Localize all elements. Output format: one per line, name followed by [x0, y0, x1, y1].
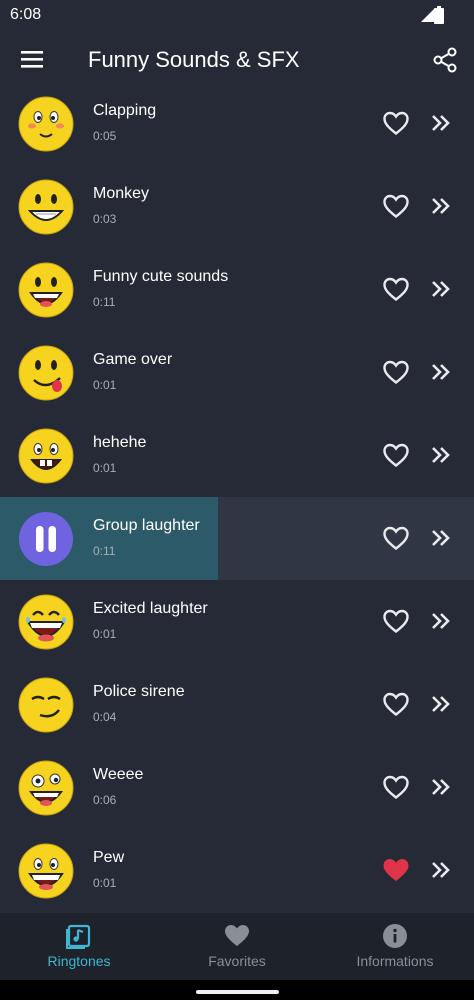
smirk-face-icon	[18, 677, 74, 733]
sound-name: Game over	[93, 351, 173, 368]
sound-row[interactable]: Group laughter 0:11	[0, 497, 474, 580]
sound-row[interactable]: Clapping 0:05	[0, 92, 474, 165]
music-note-icon	[66, 924, 91, 949]
heart-outline-icon[interactable]	[382, 691, 410, 717]
blush-face-icon	[18, 96, 74, 152]
status-time: 6:08	[10, 6, 42, 23]
chevron-double-right-icon[interactable]	[430, 197, 452, 215]
heart-outline-icon[interactable]	[382, 525, 410, 551]
heart-icon	[225, 925, 249, 946]
sound-duration: 0:11	[93, 295, 116, 309]
sound-duration: 0:04	[93, 710, 117, 724]
sound-duration: 0:11	[93, 544, 116, 558]
app-title: Funny Sounds & SFX	[88, 47, 300, 72]
sound-row[interactable]: hehehe 0:01	[0, 414, 474, 497]
tab-informations-label: Informations	[356, 953, 434, 969]
sound-row[interactable]: Excited laughter 0:01	[0, 580, 474, 663]
heart-outline-icon[interactable]	[382, 110, 410, 136]
sound-name: Excited laughter	[93, 600, 208, 617]
status-bar: 6:08	[0, 0, 474, 30]
tongue-face-icon	[18, 345, 74, 401]
chevron-double-right-icon[interactable]	[430, 114, 452, 132]
tab-informations[interactable]: Informations	[316, 913, 474, 980]
chevron-double-right-icon[interactable]	[430, 778, 452, 796]
happy-face-icon	[18, 843, 74, 899]
bottom-navigation: Ringtones Favorites Informations	[0, 913, 474, 980]
chevron-double-right-icon[interactable]	[430, 446, 452, 464]
heart-filled-icon[interactable]	[382, 857, 410, 883]
sound-row[interactable]: Game over 0:01	[0, 331, 474, 414]
heart-outline-icon[interactable]	[382, 608, 410, 634]
chevron-double-right-icon[interactable]	[430, 612, 452, 630]
sound-name: Weeee	[93, 766, 144, 783]
tab-favorites-label: Favorites	[208, 953, 266, 969]
heart-outline-icon[interactable]	[382, 193, 410, 219]
share-icon[interactable]	[432, 47, 458, 73]
sound-row[interactable]: Monkey 0:03	[0, 165, 474, 248]
heart-outline-icon[interactable]	[382, 774, 410, 800]
sound-row[interactable]: Pew 0:01	[0, 829, 474, 912]
chevron-double-right-icon[interactable]	[430, 695, 452, 713]
sound-name: Police sirene	[93, 683, 185, 700]
sound-duration: 0:01	[93, 876, 117, 890]
info-icon	[383, 924, 407, 948]
home-indicator[interactable]	[196, 990, 279, 994]
sound-name: Monkey	[93, 185, 150, 202]
sound-row[interactable]: Police sirene 0:04	[0, 663, 474, 746]
sound-row[interactable]: Funny cute sounds 0:11	[0, 248, 474, 331]
sound-duration: 0:01	[93, 627, 117, 641]
chevron-double-right-icon[interactable]	[430, 529, 452, 547]
sound-duration: 0:01	[93, 461, 117, 475]
sound-duration: 0:01	[93, 378, 117, 392]
chevron-double-right-icon[interactable]	[430, 861, 452, 879]
crazy-face-icon	[18, 760, 74, 816]
gesture-bar	[0, 980, 474, 1000]
sound-row[interactable]: Weeee 0:06	[0, 746, 474, 829]
chevron-double-right-icon[interactable]	[430, 280, 452, 298]
sound-name: Group laughter	[93, 517, 200, 534]
laugh-face-icon	[18, 262, 74, 318]
heart-outline-icon[interactable]	[382, 276, 410, 302]
pause-icon[interactable]	[18, 511, 74, 567]
excited-face-icon	[18, 594, 74, 650]
sound-name: Pew	[93, 849, 125, 866]
sound-name: hehehe	[93, 434, 147, 451]
buck-teeth-face-icon	[18, 428, 74, 484]
sound-list[interactable]: Clapping 0:05 Monkey 0:03 Funny cute sounds 0…	[0, 92, 474, 913]
sound-name: Clapping	[93, 102, 157, 119]
tab-favorites[interactable]: Favorites	[158, 913, 316, 980]
app-bar: Funny Sounds & SFX	[0, 30, 474, 92]
grin-face-icon	[18, 179, 74, 235]
heart-outline-icon[interactable]	[382, 359, 410, 385]
chevron-double-right-icon[interactable]	[430, 363, 452, 381]
sound-duration: 0:03	[93, 212, 117, 226]
menu-icon[interactable]	[20, 48, 46, 72]
sound-name: Funny cute sounds	[93, 268, 229, 285]
tab-ringtones[interactable]: Ringtones	[0, 913, 158, 980]
sound-duration: 0:05	[93, 129, 117, 143]
sound-duration: 0:06	[93, 793, 117, 807]
heart-outline-icon[interactable]	[382, 442, 410, 468]
tab-ringtones-label: Ringtones	[47, 953, 111, 969]
battery-icon	[434, 6, 444, 24]
